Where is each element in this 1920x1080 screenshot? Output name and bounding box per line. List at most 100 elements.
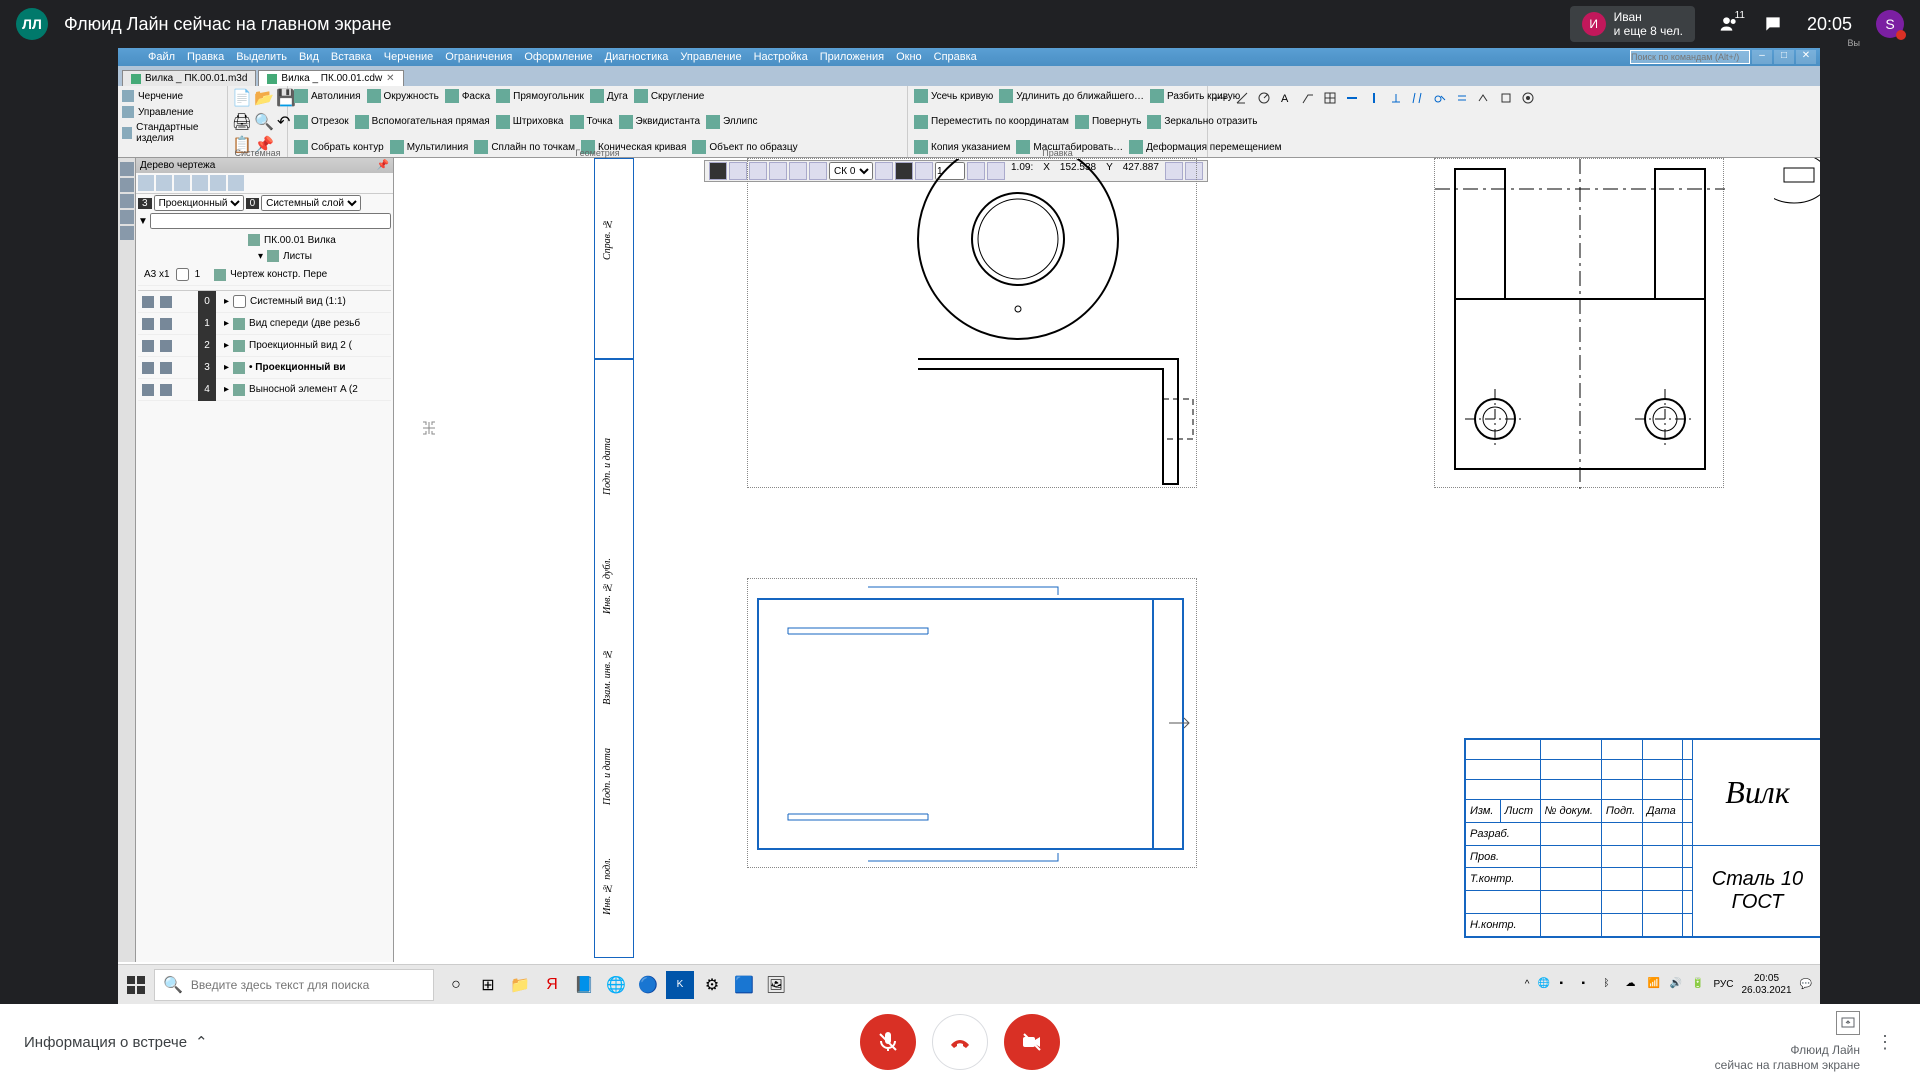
preview-icon[interactable]: 🔍: [254, 112, 274, 132]
onedrive-icon[interactable]: ☁: [1625, 978, 1639, 992]
menu-manage[interactable]: Управление: [674, 51, 747, 63]
visibility-icon[interactable]: [142, 296, 154, 308]
tool-trim[interactable]: Усечь кривую: [912, 88, 995, 104]
filter-icon[interactable]: ▼: [138, 216, 148, 227]
tab-close-icon[interactable]: ✕: [386, 73, 394, 84]
dim-radius-icon[interactable]: [1254, 88, 1274, 108]
ft-tool-icon[interactable]: [729, 162, 747, 180]
view-front-block[interactable]: [747, 158, 1197, 488]
tool-rect[interactable]: Прямоугольник: [494, 88, 586, 104]
app-icon[interactable]: 📘: [570, 971, 598, 999]
tool-auxline[interactable]: Вспомогательная прямая: [353, 114, 492, 130]
tree-sheet-item[interactable]: Чертеж констр. Пере: [206, 269, 391, 281]
tool-arc[interactable]: Дуга: [588, 88, 630, 104]
generic-tool-icon[interactable]: [1452, 111, 1472, 131]
maximize-button[interactable]: □: [1774, 50, 1794, 64]
leader-icon[interactable]: [1298, 88, 1318, 108]
present-icon[interactable]: [1836, 1011, 1860, 1035]
tool-rotate[interactable]: Повернуть: [1073, 114, 1143, 130]
minimize-button[interactable]: –: [1752, 50, 1772, 64]
generic-tool-icon[interactable]: [1474, 111, 1494, 131]
chrome-icon[interactable]: 🌐: [602, 971, 630, 999]
more-options-button[interactable]: ⋮: [1876, 1032, 1896, 1053]
generic-tool-icon[interactable]: [1298, 111, 1318, 131]
menu-help[interactable]: Справка: [928, 51, 983, 63]
tool-hatch[interactable]: Штриховка: [494, 114, 566, 130]
constraint-h-icon[interactable]: [1342, 88, 1362, 108]
tool-chamfer[interactable]: Фаска: [443, 88, 492, 104]
command-search[interactable]: [1630, 50, 1750, 64]
tree-view-row[interactable]: 2 ▸Проекционный вид 2 (: [138, 335, 391, 357]
print-icon[interactable]: 🖨: [232, 112, 252, 132]
expand-icon[interactable]: ▾: [258, 251, 263, 262]
tool-equidist[interactable]: Эквидистанта: [617, 114, 702, 130]
sidebar-tool-icon[interactable]: [120, 226, 134, 240]
view-right-block[interactable]: [1434, 158, 1724, 488]
expand-icon[interactable]: ▸: [224, 318, 229, 329]
tool-mirror[interactable]: Зеркально отразить: [1145, 114, 1259, 130]
app-icon[interactable]: 🟦: [730, 971, 758, 999]
generic-tool-icon[interactable]: [1386, 111, 1406, 131]
ft-cursor-icon[interactable]: [709, 162, 727, 180]
menu-insert[interactable]: Вставка: [325, 51, 378, 63]
constraint-parallel-icon[interactable]: [1408, 88, 1428, 108]
tray-icon[interactable]: 🌐: [1537, 978, 1551, 992]
doc-tab-cdw[interactable]: Вилка _ ПК.00.01.cdw ✕: [258, 70, 403, 86]
menu-view[interactable]: Вид: [293, 51, 325, 63]
search-input[interactable]: [191, 978, 425, 992]
settings-icon[interactable]: ⚙: [698, 971, 726, 999]
mode-std[interactable]: Стандартные изделия: [120, 120, 225, 146]
expand-icon[interactable]: ▸: [224, 384, 229, 395]
generic-tool-icon[interactable]: [1364, 111, 1384, 131]
visibility-icon[interactable]: [142, 362, 154, 374]
menu-settings[interactable]: Настройка: [748, 51, 814, 63]
generic-tool-icon[interactable]: [1342, 111, 1362, 131]
hangup-button[interactable]: [932, 1014, 988, 1070]
tolerance-icon[interactable]: [1518, 88, 1538, 108]
explorer-icon[interactable]: 📁: [506, 971, 534, 999]
tool-circle[interactable]: Окружность: [365, 88, 441, 104]
doc-tab-m3d[interactable]: Вилка _ ПК.00.01.m3d: [122, 70, 256, 86]
menu-file[interactable]: Файл: [142, 51, 181, 63]
menu-drawing[interactable]: Черчение: [378, 51, 440, 63]
sidebar-tool-icon[interactable]: [120, 210, 134, 224]
tree-btn-icon[interactable]: [156, 175, 172, 191]
constraint-perp-icon[interactable]: [1386, 88, 1406, 108]
open-icon[interactable]: 📂: [254, 88, 274, 108]
kompas-icon[interactable]: K: [666, 971, 694, 999]
new-icon[interactable]: 📄: [232, 88, 252, 108]
tree-btn-icon[interactable]: [138, 175, 154, 191]
constraint-tangent-icon[interactable]: [1430, 88, 1450, 108]
tree-btn-icon[interactable]: [174, 175, 190, 191]
taskview-icon[interactable]: ⊞: [474, 971, 502, 999]
sidebar-tool-icon[interactable]: [120, 194, 134, 208]
tool-point[interactable]: Точка: [568, 114, 615, 130]
expand-icon[interactable]: ▸: [224, 362, 229, 373]
tree-btn-icon[interactable]: [228, 175, 244, 191]
lock-icon[interactable]: [160, 362, 172, 374]
menu-window[interactable]: Окно: [890, 51, 928, 63]
battery-icon[interactable]: 🔋: [1691, 978, 1705, 992]
bluetooth-icon[interactable]: ᛒ: [1603, 978, 1617, 992]
generic-tool-icon[interactable]: [1276, 111, 1296, 131]
tool-fillet[interactable]: Скругление: [632, 88, 707, 104]
camera-button[interactable]: [1004, 1014, 1060, 1070]
tool-extend[interactable]: Удлинить до ближайшего…: [997, 88, 1146, 104]
meeting-info-button[interactable]: Информация о встрече ⌃: [24, 1033, 208, 1051]
tool-split[interactable]: Разбить кривую: [1148, 88, 1242, 104]
taskbar-clock[interactable]: 20:05 26.03.2021: [1741, 973, 1791, 997]
constraint-v-icon[interactable]: [1364, 88, 1384, 108]
tree-root[interactable]: ПК.00.01 Вилка: [138, 232, 391, 248]
tool-ellipse[interactable]: Эллипс: [704, 114, 760, 130]
tree-view-row-active[interactable]: 3 ▸• Проекционный ви: [138, 357, 391, 379]
menu-constraints[interactable]: Ограничения: [439, 51, 518, 63]
menu-diag[interactable]: Диагностика: [599, 51, 675, 63]
lock-icon[interactable]: [160, 318, 172, 330]
text-icon[interactable]: A: [1276, 88, 1296, 108]
generic-tool-icon[interactable]: [1408, 111, 1428, 131]
expand-icon[interactable]: ▸: [224, 296, 229, 307]
visibility-icon[interactable]: [142, 318, 154, 330]
menu-apps[interactable]: Приложения: [814, 51, 890, 63]
generic-tool-icon[interactable]: [1496, 111, 1516, 131]
menu-edit[interactable]: Правка: [181, 51, 230, 63]
